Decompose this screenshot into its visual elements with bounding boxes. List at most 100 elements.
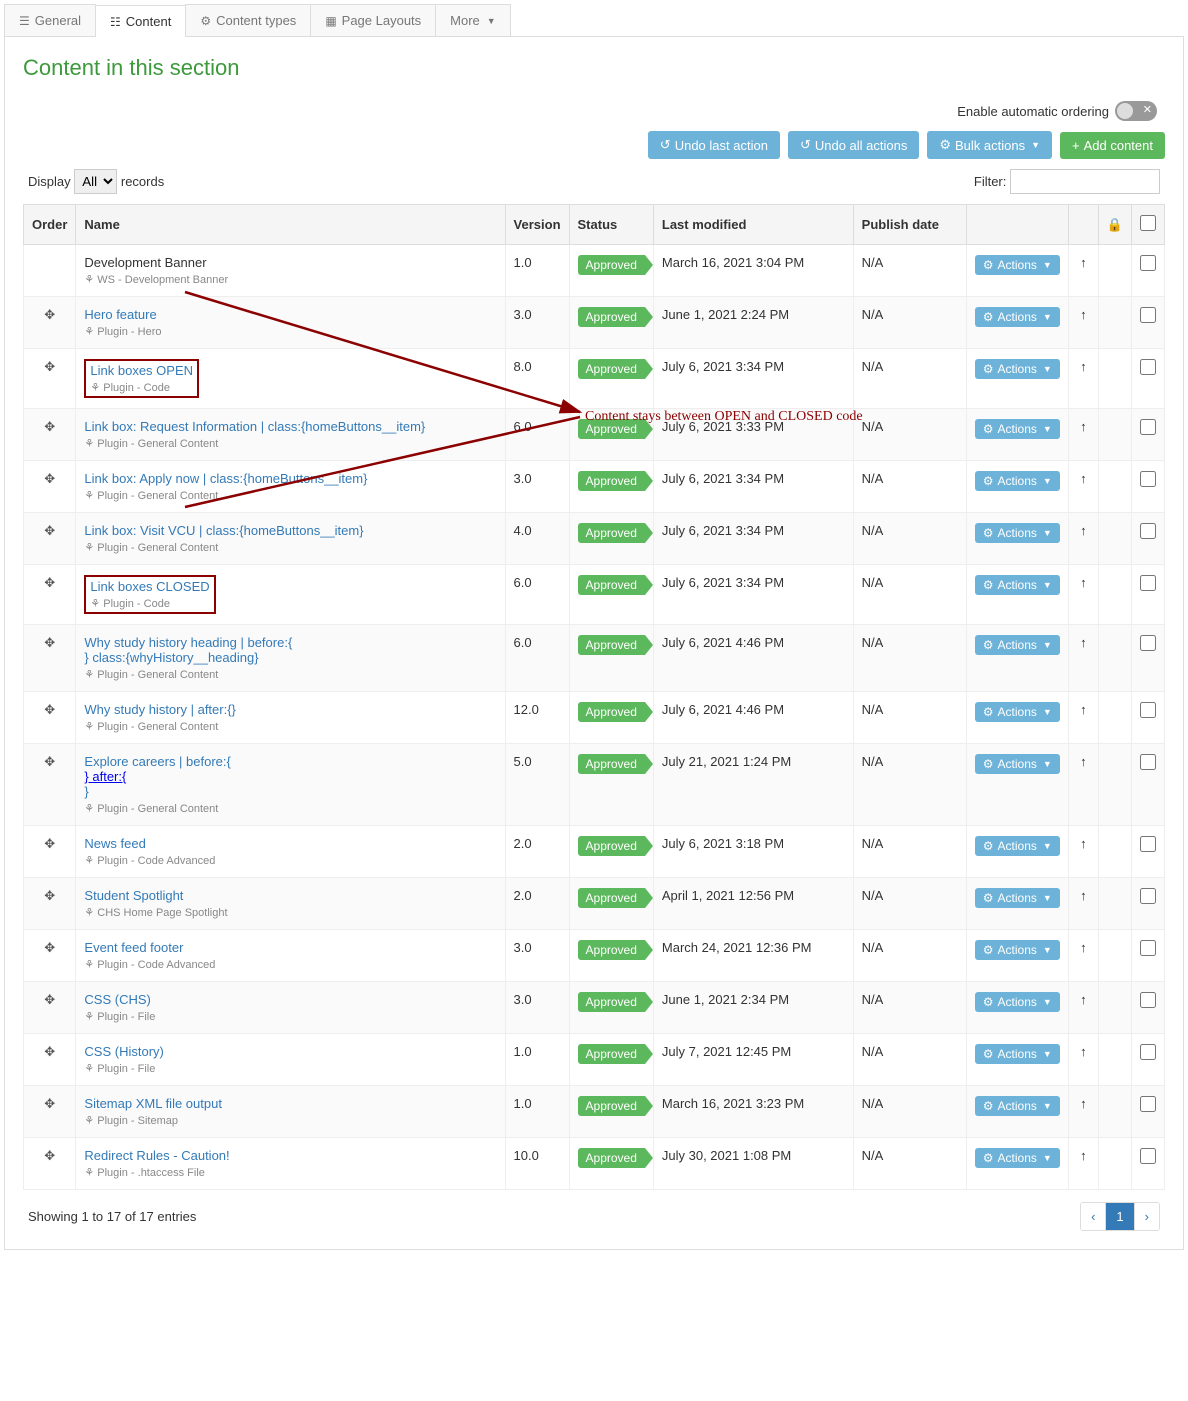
row-checkbox[interactable] xyxy=(1140,307,1156,323)
drag-handle[interactable]: ✥ xyxy=(24,409,76,461)
drag-handle[interactable]: ✥ xyxy=(24,297,76,349)
row-checkbox[interactable] xyxy=(1140,702,1156,718)
row-checkbox[interactable] xyxy=(1140,359,1156,375)
content-name-link[interactable]: Sitemap XML file output xyxy=(84,1096,222,1111)
move-up-icon[interactable]: ↑ xyxy=(1080,888,1087,903)
drag-handle[interactable]: ✥ xyxy=(24,565,76,625)
move-up-icon[interactable]: ↑ xyxy=(1080,992,1087,1007)
move-up-icon[interactable]: ↑ xyxy=(1080,419,1087,434)
add-content-button[interactable]: +Add content xyxy=(1060,132,1165,159)
row-checkbox[interactable] xyxy=(1140,836,1156,852)
row-checkbox[interactable] xyxy=(1140,940,1156,956)
actions-button[interactable]: ⚙Actions▼ xyxy=(975,1096,1060,1116)
undo-all-button[interactable]: ↺Undo all actions xyxy=(788,131,919,159)
header-name[interactable]: Name xyxy=(76,205,505,245)
actions-button[interactable]: ⚙Actions▼ xyxy=(975,255,1060,275)
actions-button[interactable]: ⚙Actions▼ xyxy=(975,635,1060,655)
content-name-link[interactable]: News feed xyxy=(84,836,145,851)
actions-button[interactable]: ⚙Actions▼ xyxy=(975,1044,1060,1064)
content-name-link[interactable]: Explore careers | before:{} after:{} xyxy=(84,754,496,799)
content-name-link[interactable]: Hero feature xyxy=(84,307,156,322)
drag-handle[interactable]: ✥ xyxy=(24,461,76,513)
content-name-link[interactable]: Redirect Rules - Caution! xyxy=(84,1148,229,1163)
page-1[interactable]: 1 xyxy=(1106,1203,1134,1230)
actions-button[interactable]: ⚙Actions▼ xyxy=(975,523,1060,543)
actions-button[interactable]: ⚙Actions▼ xyxy=(975,836,1060,856)
drag-handle[interactable]: ✥ xyxy=(24,826,76,878)
content-name-link[interactable]: CSS (History) xyxy=(84,1044,163,1059)
actions-button[interactable]: ⚙Actions▼ xyxy=(975,471,1060,491)
bulk-actions-button[interactable]: ⚙Bulk actions▼ xyxy=(927,131,1052,159)
content-name-link[interactable]: Link boxes OPEN xyxy=(90,363,193,378)
actions-button[interactable]: ⚙Actions▼ xyxy=(975,359,1060,379)
move-up-icon[interactable]: ↑ xyxy=(1080,754,1087,769)
drag-handle[interactable]: ✥ xyxy=(24,625,76,692)
move-up-icon[interactable]: ↑ xyxy=(1080,836,1087,851)
drag-handle[interactable]: ✥ xyxy=(24,1034,76,1086)
content-name-link[interactable]: CSS (CHS) xyxy=(84,992,150,1007)
header-order[interactable]: Order xyxy=(24,205,76,245)
tab-content-types[interactable]: ⚙Content types xyxy=(185,4,311,36)
drag-handle[interactable]: ✥ xyxy=(24,878,76,930)
header-status[interactable]: Status xyxy=(569,205,653,245)
content-name-link[interactable]: Link boxes CLOSED xyxy=(90,579,209,594)
content-name-link[interactable]: Link box: Apply now | class:{homeButtons… xyxy=(84,471,367,486)
row-checkbox[interactable] xyxy=(1140,635,1156,651)
drag-handle[interactable]: ✥ xyxy=(24,744,76,826)
content-name-link[interactable]: Student Spotlight xyxy=(84,888,183,903)
row-checkbox[interactable] xyxy=(1140,471,1156,487)
header-version[interactable]: Version xyxy=(505,205,569,245)
row-checkbox[interactable] xyxy=(1140,255,1156,271)
auto-order-toggle[interactable] xyxy=(1115,101,1157,121)
actions-button[interactable]: ⚙Actions▼ xyxy=(975,992,1060,1012)
drag-handle[interactable]: ✥ xyxy=(24,692,76,744)
row-checkbox[interactable] xyxy=(1140,1096,1156,1112)
tab-general[interactable]: ☰General xyxy=(4,4,96,36)
move-up-icon[interactable]: ↑ xyxy=(1080,940,1087,955)
content-name-link[interactable]: Link box: Request Information | class:{h… xyxy=(84,419,425,434)
row-checkbox[interactable] xyxy=(1140,992,1156,1008)
actions-button[interactable]: ⚙Actions▼ xyxy=(975,888,1060,908)
move-up-icon[interactable]: ↑ xyxy=(1080,702,1087,717)
row-checkbox[interactable] xyxy=(1140,575,1156,591)
drag-handle[interactable]: ✥ xyxy=(24,513,76,565)
header-publish-date[interactable]: Publish date xyxy=(853,205,966,245)
content-name-link[interactable]: Why study history | after:{} xyxy=(84,702,236,717)
move-up-icon[interactable]: ↑ xyxy=(1080,575,1087,590)
actions-button[interactable]: ⚙Actions▼ xyxy=(975,419,1060,439)
content-name-link[interactable]: Event feed footer xyxy=(84,940,183,955)
move-up-icon[interactable]: ↑ xyxy=(1080,307,1087,322)
filter-input[interactable] xyxy=(1010,169,1160,194)
actions-button[interactable]: ⚙Actions▼ xyxy=(975,1148,1060,1168)
row-checkbox[interactable] xyxy=(1140,1044,1156,1060)
actions-button[interactable]: ⚙Actions▼ xyxy=(975,702,1060,722)
page-prev[interactable]: ‹ xyxy=(1081,1203,1106,1230)
row-checkbox[interactable] xyxy=(1140,523,1156,539)
drag-handle[interactable]: ✥ xyxy=(24,982,76,1034)
tab-page-layouts[interactable]: ▦Page Layouts xyxy=(310,4,436,36)
select-all-checkbox[interactable] xyxy=(1140,215,1156,231)
drag-handle[interactable]: ✥ xyxy=(24,1086,76,1138)
page-next[interactable]: › xyxy=(1135,1203,1159,1230)
move-up-icon[interactable]: ↑ xyxy=(1080,1096,1087,1111)
row-checkbox[interactable] xyxy=(1140,1148,1156,1164)
drag-handle[interactable]: ✥ xyxy=(24,1138,76,1190)
move-up-icon[interactable]: ↑ xyxy=(1080,471,1087,486)
actions-button[interactable]: ⚙Actions▼ xyxy=(975,575,1060,595)
tab-content[interactable]: ☷Content xyxy=(95,5,186,37)
actions-button[interactable]: ⚙Actions▼ xyxy=(975,754,1060,774)
drag-handle[interactable]: ✥ xyxy=(24,930,76,982)
header-last-modified[interactable]: Last modified xyxy=(653,205,853,245)
row-checkbox[interactable] xyxy=(1140,419,1156,435)
display-select[interactable]: All xyxy=(74,169,117,194)
row-checkbox[interactable] xyxy=(1140,888,1156,904)
content-name-link[interactable]: Link box: Visit VCU | class:{homeButtons… xyxy=(84,523,363,538)
move-up-icon[interactable]: ↑ xyxy=(1080,255,1087,270)
actions-button[interactable]: ⚙Actions▼ xyxy=(975,940,1060,960)
drag-handle[interactable]: ✥ xyxy=(24,349,76,409)
move-up-icon[interactable]: ↑ xyxy=(1080,1044,1087,1059)
move-up-icon[interactable]: ↑ xyxy=(1080,523,1087,538)
row-checkbox[interactable] xyxy=(1140,754,1156,770)
actions-button[interactable]: ⚙Actions▼ xyxy=(975,307,1060,327)
move-up-icon[interactable]: ↑ xyxy=(1080,635,1087,650)
